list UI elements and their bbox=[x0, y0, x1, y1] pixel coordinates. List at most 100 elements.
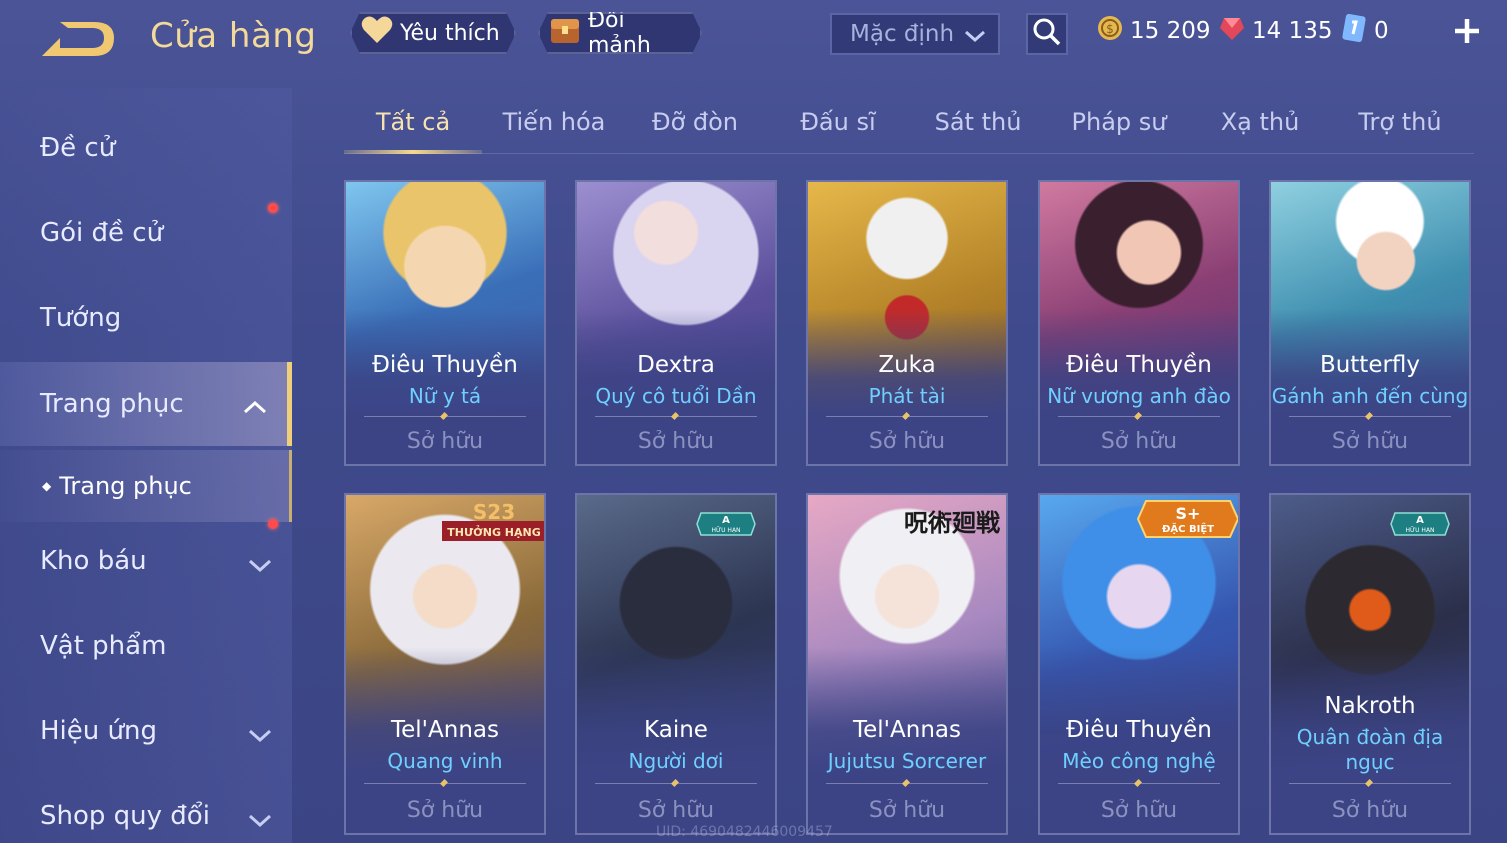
skin-card[interactable]: Điêu Thuyền Nữ vương anh đào Sở hữu bbox=[1038, 180, 1240, 466]
owned-status: Sở hữu bbox=[1100, 429, 1178, 454]
voucher-amount: 0 bbox=[1374, 18, 1389, 44]
tier-badge: A HỮU HẠN bbox=[1389, 509, 1451, 543]
sort-value: Mặc định bbox=[850, 21, 955, 47]
hero-name: Nakroth bbox=[1324, 693, 1416, 719]
svg-text:THƯỞNG HẠNG: THƯỞNG HẠNG bbox=[447, 525, 541, 539]
tier-badge: A HỮU HẠN bbox=[695, 509, 757, 543]
sidebar-item-items[interactable]: Vật phẩm bbox=[0, 604, 292, 688]
gold-balance: $ 15 209 bbox=[1096, 14, 1210, 48]
tab-support[interactable]: Trợ thủ bbox=[1330, 108, 1470, 136]
owned-status: Sở hữu bbox=[1100, 798, 1178, 823]
sidebar-item-heroes[interactable]: Tướng bbox=[0, 276, 292, 360]
sidebar-item-effects[interactable]: Hiệu ứng bbox=[0, 689, 292, 773]
owned-status: Sở hữu bbox=[637, 798, 715, 823]
sidebar-item-label: Hiệu ứng bbox=[40, 716, 157, 746]
skin-name: Người dơi bbox=[628, 749, 724, 773]
tab-all[interactable]: Tất cả bbox=[344, 108, 482, 136]
sidebar-subitem-skins[interactable]: ◆ Trang phục bbox=[0, 450, 292, 522]
chevron-down-icon bbox=[248, 721, 272, 751]
skin-name: Nữ y tá bbox=[408, 384, 482, 408]
skin-card[interactable]: Zuka Phát tài Sở hữu bbox=[806, 180, 1008, 466]
category-tabs: Tất cả Tiến hóa Đỡ đòn Đấu sĩ Sát thủ Ph… bbox=[344, 96, 1474, 154]
svg-text:S23: S23 bbox=[473, 500, 515, 524]
skin-name: Phát tài bbox=[868, 384, 946, 408]
sidebar-item-skins[interactable]: Trang phục bbox=[0, 362, 292, 446]
favorites-button[interactable]: Yêu thích bbox=[350, 12, 516, 54]
svg-text:HỮU HẠN: HỮU HẠN bbox=[711, 527, 740, 534]
svg-text:A: A bbox=[722, 515, 730, 526]
skin-name: Jujutsu Sorcerer bbox=[827, 749, 987, 773]
shard-exchange-label: Đổi mảnh bbox=[588, 8, 651, 58]
hero-name: Kaine bbox=[644, 717, 708, 743]
user-id: UID: 4690482446009457 bbox=[656, 824, 833, 840]
ruby-amount: 14 135 bbox=[1252, 18, 1333, 44]
shard-exchange-button[interactable]: Đổi mảnh bbox=[538, 12, 702, 54]
sidebar-item-label: Kho báu bbox=[40, 546, 147, 576]
skin-card[interactable]: A HỮU HẠN Nakroth Quân đoàn địa ngục Sở … bbox=[1269, 493, 1471, 835]
hero-name: Điêu Thuyền bbox=[1066, 717, 1212, 743]
svg-text:ĐẶC BIỆT: ĐẶC BIỆT bbox=[1162, 521, 1214, 535]
sidebar-item-exchange-shop[interactable]: Shop quy đổi bbox=[0, 774, 292, 843]
owned-status: Sở hữu bbox=[868, 429, 946, 454]
chevron-down-icon bbox=[248, 806, 272, 836]
sidebar-subitem-label: Trang phục bbox=[59, 472, 192, 500]
chevron-down-icon bbox=[248, 551, 272, 581]
tab-tank[interactable]: Đỡ đòn bbox=[626, 108, 764, 136]
owned-status: Sở hữu bbox=[637, 429, 715, 454]
skin-grid: Điêu Thuyền Nữ y tá Sở hữu Dextra Quý cô… bbox=[344, 180, 1474, 843]
skin-name: Nữ vương anh đào bbox=[1047, 384, 1231, 408]
skin-name: Quý cô tuổi Dần bbox=[595, 384, 757, 408]
skin-card[interactable]: Dextra Quý cô tuổi Dần Sở hữu bbox=[575, 180, 777, 466]
owned-status: Sở hữu bbox=[1331, 429, 1409, 454]
diamond-bullet-icon: ◆ bbox=[42, 479, 52, 493]
skin-card[interactable]: S+ ĐẶC BIỆT Điêu Thuyền Mèo công nghệ Sở… bbox=[1038, 493, 1240, 835]
treasure-chest-icon bbox=[548, 13, 582, 53]
sidebar: Đề cử Gói đề cử Tướng Trang phục ◆ Trang… bbox=[0, 88, 292, 843]
tab-evolution[interactable]: Tiến hóa bbox=[484, 108, 624, 136]
series-logo: 呪術廻戦 bbox=[896, 503, 1006, 547]
search-button[interactable] bbox=[1026, 13, 1068, 55]
back-arrow-icon[interactable] bbox=[38, 18, 120, 62]
ruby-gem-icon bbox=[1218, 14, 1246, 48]
sidebar-item-label: Vật phẩm bbox=[40, 631, 167, 661]
hero-name: Tel'Annas bbox=[391, 717, 499, 743]
skin-card[interactable]: Điêu Thuyền Nữ y tá Sở hữu bbox=[344, 180, 546, 466]
voucher-card-icon bbox=[1340, 13, 1368, 49]
active-tab-indicator bbox=[344, 150, 482, 154]
skin-name: Quang vinh bbox=[387, 749, 503, 773]
skin-card[interactable]: A HỮU HẠN Kaine Người dơi Sở hữu bbox=[575, 493, 777, 835]
owned-status: Sở hữu bbox=[868, 798, 946, 823]
page-title: Cửa hàng bbox=[150, 16, 317, 56]
ruby-balance: 14 135 bbox=[1218, 14, 1332, 48]
svg-text:$: $ bbox=[1106, 22, 1114, 36]
notification-dot bbox=[268, 519, 278, 529]
sidebar-item-featured[interactable]: Đề cử bbox=[0, 106, 292, 190]
sidebar-item-label: Shop quy đổi bbox=[40, 801, 210, 831]
sidebar-item-featured-bundles[interactable]: Gói đề cử bbox=[0, 191, 292, 275]
chevron-up-icon bbox=[243, 394, 267, 424]
skin-name-line1: Quân đoàn địa bbox=[1296, 725, 1444, 749]
tier-badge: S23 THƯỞNG HẠNG bbox=[438, 499, 544, 553]
tab-marksman[interactable]: Xạ thủ bbox=[1190, 108, 1330, 136]
skin-name-line2: ngục bbox=[1345, 750, 1395, 774]
tab-mage[interactable]: Pháp sư bbox=[1048, 108, 1190, 136]
sidebar-item-label: Đề cử bbox=[40, 133, 116, 163]
skin-card[interactable]: S23 THƯỞNG HẠNG Tel'Annas Quang vinh Sở … bbox=[344, 493, 546, 835]
tab-assassin[interactable]: Sát thủ bbox=[908, 108, 1048, 136]
hero-name: Điêu Thuyền bbox=[372, 352, 518, 378]
skin-card[interactable]: Butterfly Gánh anh đến cùng Sở hữu bbox=[1269, 180, 1471, 466]
add-currency-button[interactable] bbox=[1452, 16, 1482, 46]
voucher-balance: 0 bbox=[1340, 13, 1389, 49]
skin-name: Gánh anh đến cùng bbox=[1271, 384, 1469, 408]
hero-name: Dextra bbox=[637, 352, 715, 378]
skin-card[interactable]: 呪術廻戦 Tel'Annas Jujutsu Sorcerer Sở hữu bbox=[806, 493, 1008, 835]
gold-coin-icon: $ bbox=[1096, 14, 1124, 48]
sort-dropdown[interactable]: Mặc định bbox=[830, 13, 1000, 55]
tier-badge: S+ ĐẶC BIỆT bbox=[1136, 497, 1238, 545]
svg-text:S+: S+ bbox=[1176, 504, 1201, 523]
skin-name: Mèo công nghệ bbox=[1062, 749, 1216, 773]
owned-status: Sở hữu bbox=[406, 798, 484, 823]
tab-fighter[interactable]: Đấu sĩ bbox=[768, 108, 908, 136]
sidebar-item-treasure[interactable]: Kho báu bbox=[0, 519, 292, 603]
sidebar-item-label: Trang phục bbox=[40, 389, 184, 419]
